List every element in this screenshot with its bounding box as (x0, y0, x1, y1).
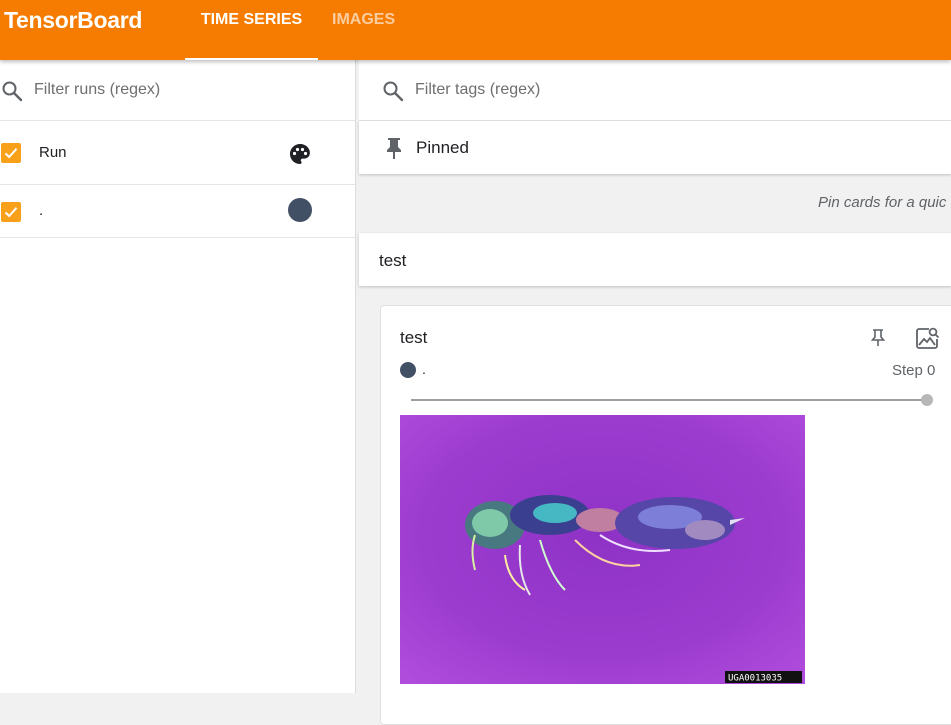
runs-sidebar: Filter runs (regex) Run . (0, 60, 356, 693)
run-column-label: Run (39, 144, 67, 161)
check-icon (4, 207, 18, 218)
pinned-empty-message: Pin cards for a quic (818, 194, 947, 211)
search-icon (381, 79, 405, 108)
image-card: test . Step 0 UGA0013035 (380, 305, 951, 725)
pinned-section-header: Pinned (359, 121, 951, 174)
card-image[interactable]: UGA0013035 (400, 415, 805, 684)
pin-icon (383, 136, 405, 165)
tag-group-header[interactable]: test (359, 233, 951, 286)
pin-outline-icon (870, 329, 886, 346)
tab-time-series[interactable]: TIME SERIES (185, 11, 318, 60)
card-title: test (400, 328, 428, 347)
run-name: . (39, 202, 44, 219)
step-slider-thumb[interactable] (921, 394, 933, 406)
pin-card-button[interactable] (869, 328, 887, 353)
run-filter-field[interactable]: Filter runs (regex) (0, 60, 355, 121)
run-color-indicator (400, 362, 416, 378)
tab-images[interactable]: IMAGES (332, 11, 395, 60)
main-content: Filter tags (regex) Pinned Pin cards for… (359, 60, 951, 725)
image-watermark: UGA0013035 (728, 674, 782, 684)
toggle-actual-size-button[interactable] (914, 325, 940, 356)
search-icon (0, 79, 24, 108)
run-checkbox[interactable] (1, 202, 21, 222)
step-label: Step 0 (892, 362, 936, 379)
pinned-empty-state: Pin cards for a quic (359, 177, 951, 233)
pinned-title: Pinned (416, 138, 469, 157)
palette-icon[interactable] (288, 142, 312, 171)
step-slider[interactable] (411, 399, 927, 401)
tag-filter-field[interactable]: Filter tags (regex) (359, 60, 951, 121)
tag-group-title: test (379, 251, 407, 270)
run-color-swatch[interactable] (288, 198, 312, 222)
image-search-icon (916, 327, 940, 349)
top-app-bar: TensorBoard TIME SERIES IMAGES (0, 0, 951, 60)
check-icon (4, 148, 18, 159)
card-run-name: . (422, 361, 426, 377)
app-brand[interactable]: TensorBoard (4, 7, 142, 34)
select-all-checkbox[interactable] (1, 143, 21, 163)
run-row[interactable]: . (0, 185, 355, 238)
tag-filter-placeholder: Filter tags (regex) (415, 81, 541, 98)
runs-table-header: Run (0, 121, 355, 185)
run-filter-placeholder: Filter runs (regex) (34, 81, 161, 98)
